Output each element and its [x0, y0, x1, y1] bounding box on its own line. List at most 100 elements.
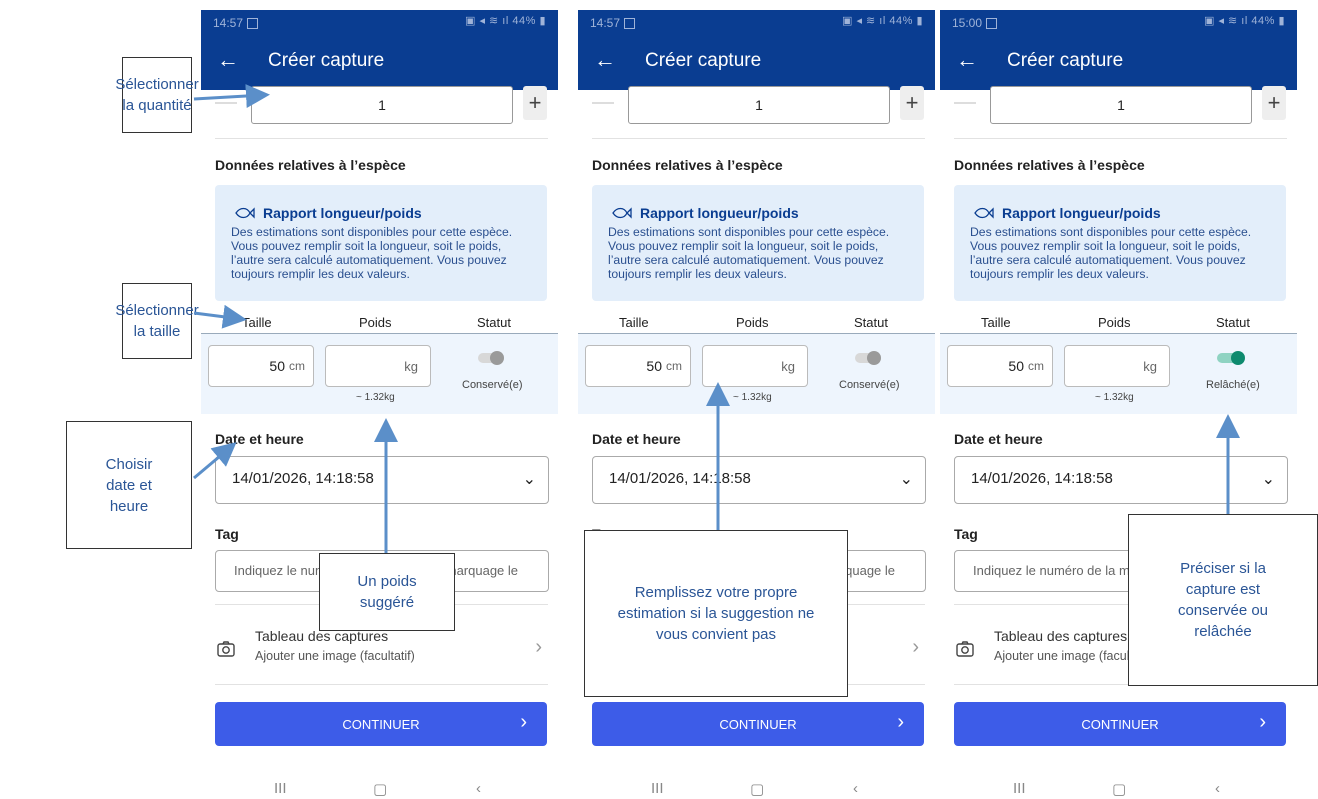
- chevron-down-icon: ⌄: [899, 471, 913, 488]
- recents-icon[interactable]: III: [274, 780, 287, 797]
- datetime-label: Date et heure: [215, 431, 304, 447]
- weight-input[interactable]: kg: [1064, 345, 1170, 387]
- back-nav-icon[interactable]: ‹: [476, 780, 481, 797]
- callout-weight: Un poids suggéré: [319, 553, 455, 631]
- status-label: Relâché(e): [1206, 379, 1260, 391]
- info-box: Rapport longueur/poids Des estimations s…: [954, 185, 1286, 301]
- continue-button[interactable]: CONTINUER ›: [215, 702, 547, 746]
- quantity-plus-button[interactable]: +: [1262, 86, 1286, 120]
- weight-hint: ~ 1.32kg: [733, 392, 772, 403]
- label-weight: Poids: [1098, 315, 1131, 330]
- quantity-plus-button[interactable]: +: [523, 86, 547, 120]
- page-title: Créer capture: [1007, 50, 1124, 71]
- label-size: Taille: [242, 315, 272, 330]
- callout-quantity: Sélectionner la quantité: [115, 57, 199, 133]
- weight-input[interactable]: kg: [325, 345, 431, 387]
- tag-label: Tag: [954, 526, 978, 542]
- callout-size: Sélectionner la taille: [115, 283, 199, 359]
- home-icon[interactable]: ▢: [1112, 780, 1126, 798]
- status-label: Conservé(e): [839, 379, 900, 391]
- status-icons: ▣ ◂ ≋ ıl 44% ▮: [842, 15, 923, 27]
- measure-row: 50 cm kg ~ 1.32kg Relâché(e): [940, 333, 1297, 414]
- home-icon[interactable]: ▢: [750, 780, 764, 798]
- quantity-minus-button[interactable]: [954, 102, 976, 104]
- status-icons: ▣ ◂ ≋ ıl 44% ▮: [1204, 15, 1285, 27]
- label-weight: Poids: [359, 315, 392, 330]
- status-bar: 15:00 ▣ ◂ ≋ ıl 44% ▮: [952, 14, 1285, 32]
- status-icons: ▣ ◂ ≋ ıl 44% ▮: [465, 15, 546, 27]
- datetime-select[interactable]: 14/01/2026, 14:18:58 ⌄: [592, 456, 926, 504]
- length-input[interactable]: 50 cm: [947, 345, 1053, 387]
- back-nav-icon[interactable]: ‹: [853, 780, 858, 797]
- section-title: Données relatives à l’espèce: [954, 157, 1145, 173]
- recents-icon[interactable]: III: [651, 780, 664, 797]
- quantity-plus-button[interactable]: +: [900, 86, 924, 120]
- weight-hint: ~ 1.32kg: [1095, 392, 1134, 403]
- measure-row: 50 cm kg ~ 1.32kg Conservé(e): [578, 333, 935, 414]
- tag-label: Tag: [215, 526, 239, 542]
- datetime-select[interactable]: 14/01/2026, 14:18:58 ⌄: [215, 456, 549, 504]
- continue-button[interactable]: CONTINUER ›: [954, 702, 1286, 746]
- fish-icon: [974, 207, 994, 219]
- datetime-select[interactable]: 14/01/2026, 14:18:58 ⌄: [954, 456, 1288, 504]
- quantity-input[interactable]: 1: [990, 86, 1252, 124]
- callout-datetime: Choisir date et heure: [66, 421, 192, 549]
- chevron-down-icon: ⌄: [522, 471, 536, 488]
- divider: [215, 138, 548, 139]
- status-bar: 14:57 ▣ ◂ ≋ ıl 44% ▮: [590, 14, 923, 32]
- chevron-right-icon: ›: [897, 711, 904, 733]
- info-text: Des estimations sont disponibles pour ce…: [608, 225, 890, 281]
- chevron-right-icon: ›: [535, 636, 542, 658]
- camera-icon: [217, 641, 235, 657]
- chevron-right-icon: ›: [912, 636, 919, 658]
- quantity-minus-button[interactable]: [592, 102, 614, 104]
- label-weight: Poids: [736, 315, 769, 330]
- info-text: Des estimations sont disponibles pour ce…: [970, 225, 1252, 281]
- label-status: Statut: [854, 315, 888, 330]
- capture-subtitle: Ajouter une image (facultatif): [255, 649, 415, 663]
- phone-screen-1: 14:57 ▣ ◂ ≋ ıl 44% ▮ ← Créer capture 1 +…: [201, 10, 558, 799]
- status-toggle[interactable]: [478, 351, 506, 365]
- weight-hint: ~ 1.32kg: [356, 392, 395, 403]
- status-bar: 14:57 ▣ ◂ ≋ ıl 44% ▮: [213, 14, 546, 32]
- app-bar: 14:57 ▣ ◂ ≋ ıl 44% ▮ ← Créer capture: [578, 10, 935, 90]
- datetime-label: Date et heure: [592, 431, 681, 447]
- continue-button[interactable]: CONTINUER ›: [592, 702, 924, 746]
- system-nav-bar: III ▢ ‹: [201, 780, 558, 799]
- length-input[interactable]: 50 cm: [208, 345, 314, 387]
- info-title: Rapport longueur/poids: [974, 205, 1161, 221]
- status-time: 14:57: [590, 16, 621, 30]
- quantity-minus-button[interactable]: [215, 102, 237, 104]
- section-title: Données relatives à l’espèce: [215, 157, 406, 173]
- length-input[interactable]: 50 cm: [585, 345, 691, 387]
- divider: [215, 684, 548, 685]
- quantity-input[interactable]: 1: [251, 86, 513, 124]
- camera-icon: [956, 641, 974, 657]
- divider: [954, 138, 1287, 139]
- quantity-input[interactable]: 1: [628, 86, 890, 124]
- chevron-right-icon: ›: [520, 711, 527, 733]
- chevron-down-icon: ⌄: [1261, 471, 1275, 488]
- info-text: Des estimations sont disponibles pour ce…: [231, 225, 513, 281]
- label-size: Taille: [619, 315, 649, 330]
- status-time: 15:00: [952, 16, 983, 30]
- label-status: Statut: [1216, 315, 1250, 330]
- fish-icon: [235, 207, 255, 219]
- back-arrow-icon[interactable]: ←: [594, 48, 616, 72]
- status-toggle[interactable]: [855, 351, 883, 365]
- recents-icon[interactable]: III: [1013, 780, 1026, 797]
- back-arrow-icon[interactable]: ←: [956, 48, 978, 72]
- page-title: Créer capture: [645, 50, 762, 71]
- status-toggle[interactable]: [1217, 351, 1245, 365]
- weight-input[interactable]: kg: [702, 345, 808, 387]
- back-arrow-icon[interactable]: ←: [217, 48, 239, 72]
- info-box: Rapport longueur/poids Des estimations s…: [592, 185, 924, 301]
- back-nav-icon[interactable]: ‹: [1215, 780, 1220, 797]
- home-icon[interactable]: ▢: [373, 780, 387, 798]
- status-time: 14:57: [213, 16, 244, 30]
- info-box: Rapport longueur/poids Des estimations s…: [215, 185, 547, 301]
- app-bar: 15:00 ▣ ◂ ≋ ıl 44% ▮ ← Créer capture: [940, 10, 1297, 90]
- label-status: Statut: [477, 315, 511, 330]
- info-title: Rapport longueur/poids: [235, 205, 422, 221]
- datetime-label: Date et heure: [954, 431, 1043, 447]
